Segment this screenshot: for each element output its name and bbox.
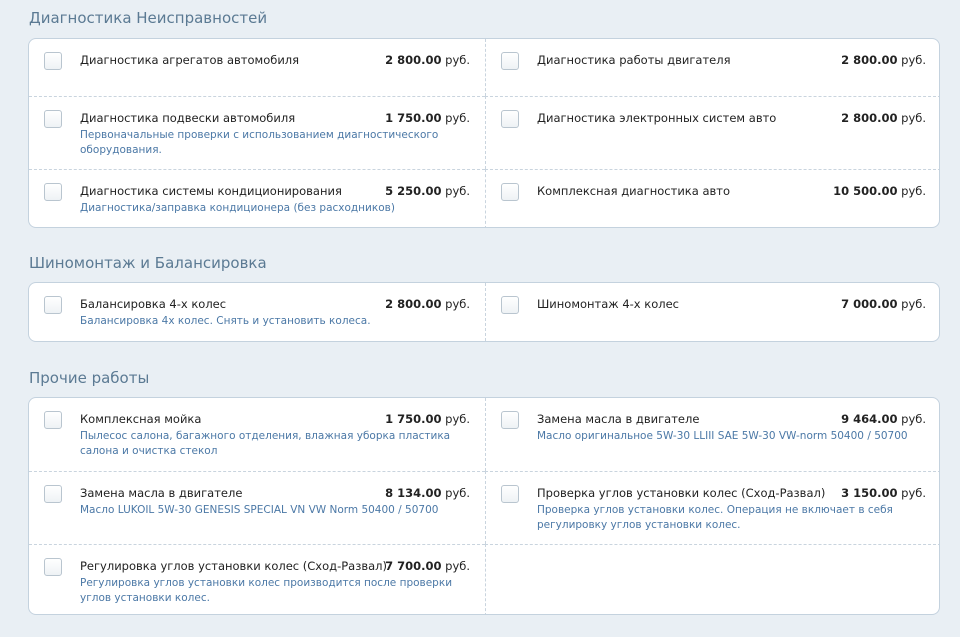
price-value: 7 000.00 [841,297,898,311]
service-name: Диагностика системы кондиционирования [80,184,342,198]
price-currency: руб. [445,297,470,311]
service-item[interactable]: Диагностика электронных систем авто 2 80… [485,96,939,169]
service-checkbox[interactable] [44,52,62,70]
empty-cell [485,544,939,614]
service-price: 2 800.00 руб. [841,110,926,126]
service-name: Диагностика агрегатов автомобиля [80,53,300,67]
price-currency: руб. [445,486,470,500]
price-value: 2 800.00 [841,53,898,67]
service-item[interactable]: Замена масла в двигателе 8 134.00 руб. М… [29,471,485,544]
service-price: 10 500.00 руб. [833,183,926,199]
price-currency: руб. [901,184,926,198]
service-price: 2 800.00 руб. [385,52,470,68]
services-panel-other: Комплексная мойка 1 750.00 руб. Пылесос … [28,397,940,615]
price-currency: руб. [901,53,926,67]
service-item[interactable]: Регулировка углов установки колес (Сход-… [29,544,485,614]
service-checkbox[interactable] [501,110,519,128]
section-title-tires: Шиномонтаж и Балансировка [29,254,267,272]
service-name: Диагностика электронных систем авто [537,111,777,125]
service-checkbox[interactable] [44,558,62,576]
service-price: 1 750.00 руб. [385,411,470,427]
section-title-other: Прочие работы [29,369,150,387]
service-checkbox[interactable] [501,485,519,503]
price-value: 1 750.00 [385,111,442,125]
service-price: 8 134.00 руб. [385,485,470,501]
service-description: Балансировка 4х колес. Снять и установит… [80,315,371,327]
service-item[interactable]: Комплексная диагностика авто 10 500.00 р… [485,169,939,227]
service-name: Шиномонтаж 4-х колес [537,297,679,311]
service-name: Замена масла в двигателе [80,486,243,500]
price-value: 7 700.00 [385,559,442,573]
section-title-diagnostics: Диагностика Неисправностей [29,9,268,27]
services-panel-tires: Балансировка 4-х колес 2 800.00 руб. Бал… [28,282,940,342]
price-currency: руб. [445,184,470,198]
price-currency: руб. [445,53,470,67]
service-checkbox[interactable] [501,183,519,201]
service-checkbox[interactable] [44,183,62,201]
service-checkbox[interactable] [44,296,62,314]
price-currency: руб. [445,412,470,426]
service-item[interactable]: Комплексная мойка 1 750.00 руб. Пылесос … [29,398,485,471]
price-value: 3 150.00 [841,486,898,500]
price-currency: руб. [445,111,470,125]
service-item[interactable]: Замена масла в двигателе 9 464.00 руб. М… [485,398,939,471]
service-name: Диагностика работы двигателя [537,53,731,67]
service-name: Комплексная мойка [80,412,202,426]
service-name: Проверка углов установки колес (Сход-Раз… [537,486,826,500]
service-name: Диагностика подвески автомобиля [80,111,296,125]
service-description: Пылесос салона, багажного отделения, вла… [80,430,451,457]
price-currency: руб. [901,486,926,500]
service-price: 9 464.00 руб. [841,411,926,427]
price-value: 8 134.00 [385,486,442,500]
price-currency: руб. [445,559,470,573]
service-description: Масло оригинальное 5W-30 LLIII SAE 5W-30… [537,430,908,442]
service-price: 2 800.00 руб. [385,296,470,312]
service-price: 7 700.00 руб. [385,558,470,574]
price-value: 2 800.00 [385,297,442,311]
service-checkbox[interactable] [44,411,62,429]
service-price: 5 250.00 руб. [385,183,470,199]
service-item[interactable]: Диагностика агрегатов автомобиля 2 800.0… [29,39,485,96]
service-price: 2 800.00 руб. [841,52,926,68]
service-name: Регулировка углов установки колес (Сход-… [80,559,387,573]
price-value: 5 250.00 [385,184,442,198]
services-panel-diagnostics: Диагностика агрегатов автомобиля 2 800.0… [28,38,940,228]
service-item[interactable]: Проверка углов установки колес (Сход-Раз… [485,471,939,544]
service-checkbox[interactable] [44,110,62,128]
service-item[interactable]: Балансировка 4-х колес 2 800.00 руб. Бал… [29,283,485,341]
price-value: 10 500.00 [833,184,898,198]
service-price: 7 000.00 руб. [841,296,926,312]
price-value: 1 750.00 [385,412,442,426]
service-item[interactable]: Диагностика системы кондиционирования 5 … [29,169,485,227]
service-checkbox[interactable] [501,411,519,429]
service-description: Регулировка углов установки колес произв… [80,577,453,604]
price-value: 2 800.00 [385,53,442,67]
service-checkbox[interactable] [501,52,519,70]
service-price: 1 750.00 руб. [385,110,470,126]
service-description: Диагностика/заправка кондиционера (без р… [80,202,395,214]
service-name: Балансировка 4-х колес [80,297,227,311]
service-checkbox[interactable] [44,485,62,503]
price-currency: руб. [901,111,926,125]
service-name: Комплексная диагностика авто [537,184,731,198]
service-item[interactable]: Диагностика подвески автомобиля 1 750.00… [29,96,485,169]
service-item[interactable]: Диагностика работы двигателя 2 800.00 ру… [485,39,939,96]
service-name: Замена масла в двигателе [537,412,700,426]
price-value: 2 800.00 [841,111,898,125]
service-price: 3 150.00 руб. [841,485,926,501]
service-item[interactable]: Шиномонтаж 4-х колес 7 000.00 руб. [485,283,939,341]
price-currency: руб. [901,412,926,426]
price-value: 9 464.00 [841,412,898,426]
service-description: Масло LUKOIL 5W-30 GENESIS SPECIAL VN VW… [80,504,439,516]
service-checkbox[interactable] [501,296,519,314]
service-description: Проверка углов установки колес. Операция… [537,504,893,531]
price-currency: руб. [901,297,926,311]
service-description: Первоначальные проверки с использованием… [80,129,439,156]
